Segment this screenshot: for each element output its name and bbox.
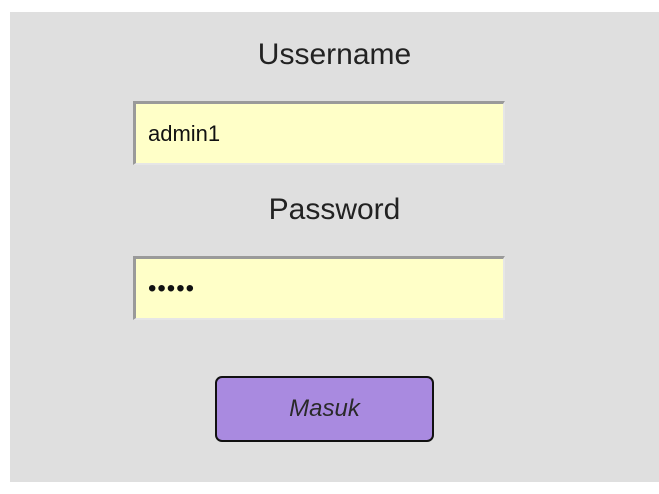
login-panel: Ussername Password Masuk [10, 12, 659, 482]
password-input[interactable] [133, 256, 505, 320]
password-label: Password [268, 193, 401, 226]
login-button[interactable]: Masuk [215, 376, 434, 442]
username-input[interactable] [133, 101, 505, 165]
username-label: Ussername [257, 38, 412, 71]
